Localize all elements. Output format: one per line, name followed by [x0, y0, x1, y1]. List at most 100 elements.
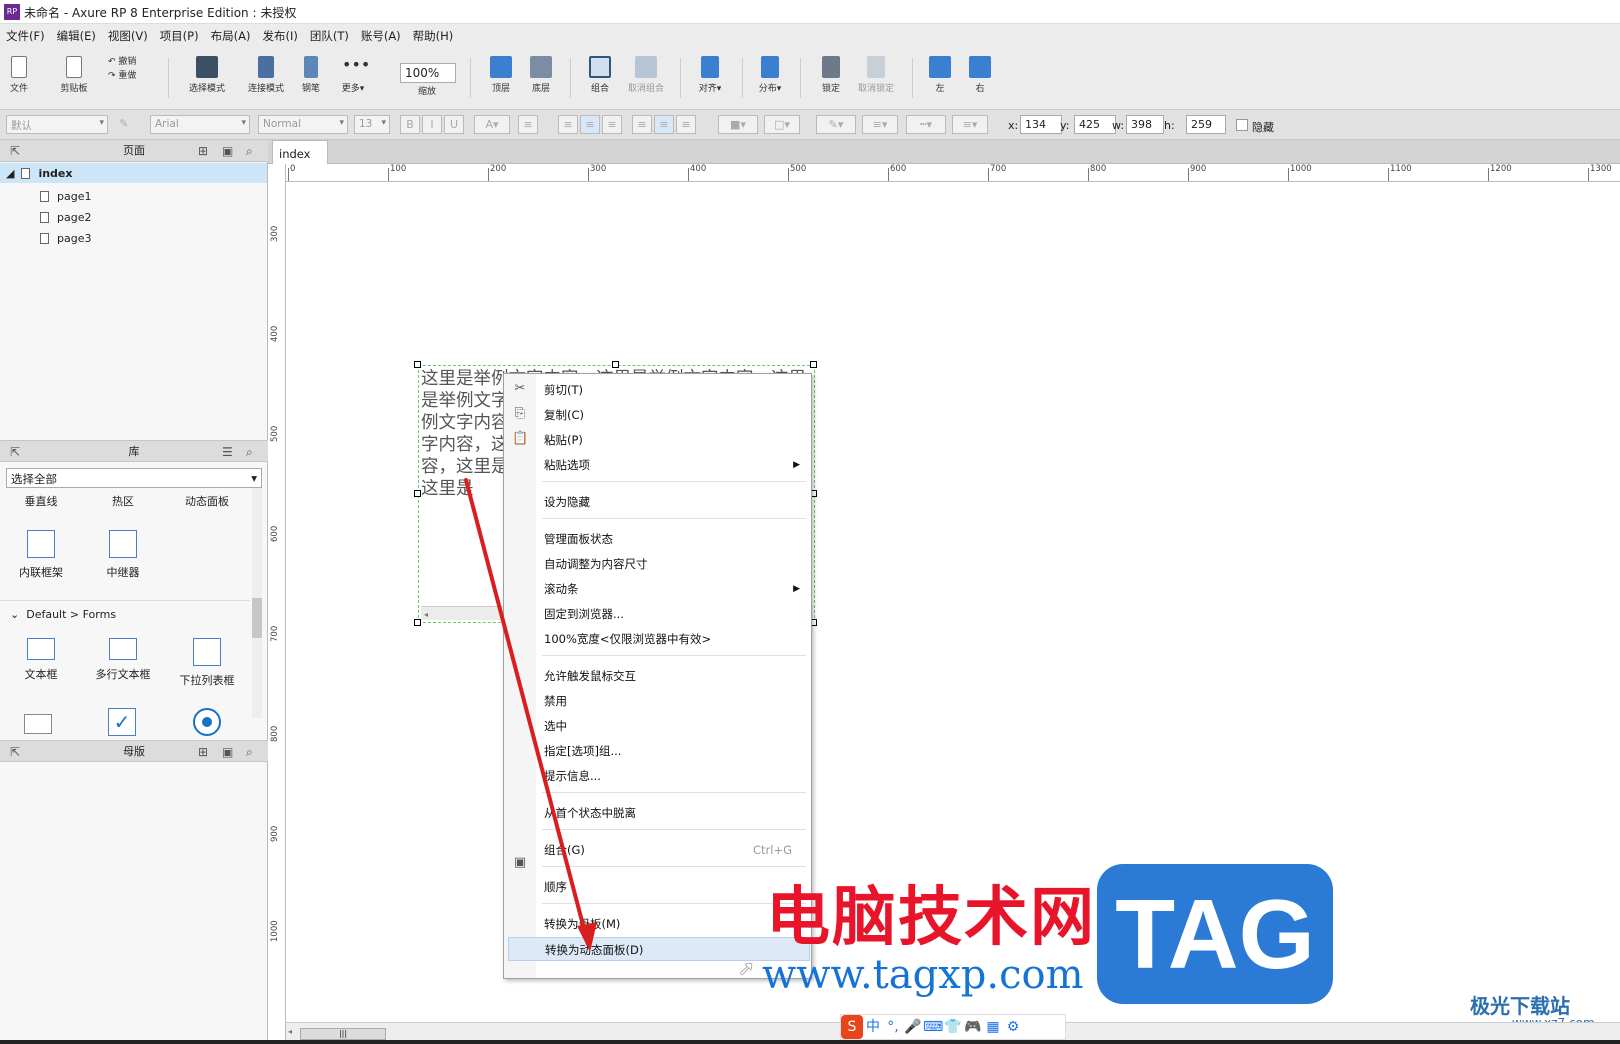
distribute-button[interactable]: 分布▾: [752, 56, 788, 94]
tree-item-page3[interactable]: page3: [40, 232, 91, 245]
italic-icon[interactable]: I: [422, 115, 442, 134]
collapse-icon[interactable]: ⇱: [10, 745, 20, 759]
lib-group-forms[interactable]: ⌄ Default > Forms: [10, 608, 116, 621]
lib-vertical-line[interactable]: 垂直线: [6, 493, 76, 509]
zoom-select[interactable]: 100%: [400, 63, 456, 83]
lib-repeater[interactable]: 中继器: [88, 530, 158, 580]
menu-disable[interactable]: 禁用: [538, 689, 810, 713]
lib-hotspot[interactable]: 热区: [88, 493, 158, 509]
menu-set-hidden[interactable]: 设为隐藏: [538, 490, 810, 514]
x-field[interactable]: 134: [1020, 115, 1062, 134]
lib-dropdown[interactable]: 下拉列表框: [172, 638, 242, 688]
menu-paste[interactable]: 粘贴(P): [538, 428, 810, 452]
menu-icon[interactable]: ☰: [222, 445, 233, 459]
add-folder-icon[interactable]: ▣: [222, 144, 233, 158]
add-master-icon[interactable]: ⊞: [198, 745, 208, 759]
menu-group[interactable]: 组合(G) Ctrl+G: [538, 838, 810, 862]
unlock-button[interactable]: 取消锁定: [854, 56, 898, 94]
align-right-icon[interactable]: ≡: [602, 115, 622, 134]
menu-pin-browser[interactable]: 固定到浏览器...: [538, 602, 810, 626]
w-field[interactable]: 398: [1126, 115, 1164, 134]
menu-edit[interactable]: 编辑(E): [51, 24, 102, 44]
fill-color-icon[interactable]: ■▾: [718, 115, 758, 134]
menu-team[interactable]: 团队(T): [304, 24, 355, 44]
resize-handle[interactable]: [612, 361, 619, 368]
add-folder-icon[interactable]: ▣: [222, 745, 233, 759]
mic-icon[interactable]: 🎤: [903, 1015, 923, 1039]
tab-index[interactable]: index ×: [272, 140, 328, 175]
pen-button[interactable]: 钢笔: [296, 56, 326, 94]
collapse-icon[interactable]: ⇱: [10, 144, 20, 158]
align-top-icon[interactable]: ≡: [632, 115, 652, 134]
menu-auto-fit[interactable]: 自动调整为内容尺寸: [538, 552, 810, 576]
menu-break-away[interactable]: 从首个状态中脱离: [538, 801, 810, 825]
menu-paste-options[interactable]: 粘贴选项 ▶: [538, 453, 810, 477]
ime-punct[interactable]: °,: [883, 1015, 903, 1039]
shadow-icon[interactable]: □▾: [764, 115, 800, 134]
grid-icon[interactable]: ▦: [983, 1015, 1003, 1039]
skin-icon[interactable]: 👕: [943, 1015, 963, 1039]
format-painter-icon[interactable]: ✎: [114, 115, 134, 134]
align-bottom-icon[interactable]: ≡: [676, 115, 696, 134]
font-color-icon[interactable]: A▾: [474, 115, 510, 134]
menu-scrollbar[interactable]: 滚动条 ▶: [538, 577, 810, 601]
menu-publish[interactable]: 发布(I): [256, 24, 303, 44]
line-color-icon[interactable]: ✎▾: [816, 115, 856, 134]
radio-icon[interactable]: [193, 708, 221, 736]
bring-top-button[interactable]: 顶层: [486, 56, 516, 94]
weight-select[interactable]: Normal: [258, 115, 348, 134]
sogou-icon[interactable]: S: [841, 1015, 863, 1039]
send-bottom-button[interactable]: 底层: [526, 56, 556, 94]
menu-assign-group[interactable]: 指定[选项]组...: [538, 739, 810, 763]
font-select[interactable]: Arial: [150, 115, 250, 134]
line-style-icon[interactable]: ┅▾: [906, 115, 946, 134]
tree-item-page2[interactable]: page2: [40, 211, 91, 224]
game-icon[interactable]: 🎮: [963, 1015, 983, 1039]
menu-layout[interactable]: 布局(A): [205, 24, 257, 44]
menu-view[interactable]: 视图(V): [102, 24, 154, 44]
menu-project[interactable]: 项目(P): [154, 24, 205, 44]
lib-inline-frame[interactable]: 内联框架: [6, 530, 76, 580]
settings-icon[interactable]: ⚙: [1003, 1015, 1023, 1039]
search-icon[interactable]: ⌕: [246, 445, 253, 459]
keyboard-icon[interactable]: ⌨: [923, 1015, 943, 1039]
h-field[interactable]: 259: [1186, 115, 1226, 134]
menu-selected[interactable]: 选中: [538, 714, 810, 738]
lib-textbox[interactable]: 文本框: [6, 638, 76, 682]
align-button[interactable]: 对齐▾: [692, 56, 728, 94]
menu-file[interactable]: 文件(F): [0, 24, 51, 44]
library-select[interactable]: 选择全部 ▾: [6, 468, 262, 488]
tree-item-index[interactable]: ◢ index: [0, 163, 267, 183]
checkbox-icon[interactable]: ✓: [108, 708, 136, 736]
hidden-checkbox[interactable]: [1236, 119, 1248, 131]
redo-button[interactable]: ↷ 重做: [108, 68, 152, 81]
menu-copy[interactable]: 复制(C): [538, 403, 810, 427]
align-middle-icon[interactable]: ≡: [654, 115, 674, 134]
resize-handle[interactable]: [414, 490, 421, 497]
underline-icon[interactable]: U: [444, 115, 464, 134]
resize-handle[interactable]: [810, 361, 817, 368]
more-button[interactable]: ••• 更多▾: [336, 56, 371, 95]
resize-handle[interactable]: [414, 619, 421, 626]
file-button[interactable]: 文件: [6, 56, 32, 94]
menu-tooltip[interactable]: 提示信息...: [538, 764, 810, 788]
library-scrollbar[interactable]: [252, 488, 262, 718]
line-width-icon[interactable]: ≡▾: [862, 115, 898, 134]
undo-button[interactable]: ↶ 撤销: [108, 54, 152, 67]
align-center-icon[interactable]: ≡: [580, 115, 600, 134]
menu-cut[interactable]: 剪切(T): [538, 378, 810, 402]
menu-full-width[interactable]: 100%宽度<仅限浏览器中有效>: [538, 627, 810, 651]
menu-manage-states[interactable]: 管理面板状态: [538, 527, 810, 551]
connect-mode-button[interactable]: 连接模式: [246, 56, 286, 94]
lib-dynamic-panel[interactable]: 动态面板: [172, 493, 242, 509]
menu-allow-mouse[interactable]: 允许触发鼠标交互: [538, 664, 810, 688]
ime-chinese[interactable]: 中: [863, 1015, 883, 1039]
tree-item-page1[interactable]: page1: [40, 190, 91, 203]
bold-icon[interactable]: B: [400, 115, 420, 134]
add-page-icon[interactable]: ⊞: [198, 144, 208, 158]
style-select[interactable]: 默认: [6, 115, 108, 134]
menu-help[interactable]: 帮助(H): [407, 24, 460, 44]
scroll-thumb[interactable]: |||: [300, 1028, 386, 1040]
lock-button[interactable]: 锁定: [816, 56, 846, 94]
ungroup-button[interactable]: 取消组合: [624, 56, 668, 94]
